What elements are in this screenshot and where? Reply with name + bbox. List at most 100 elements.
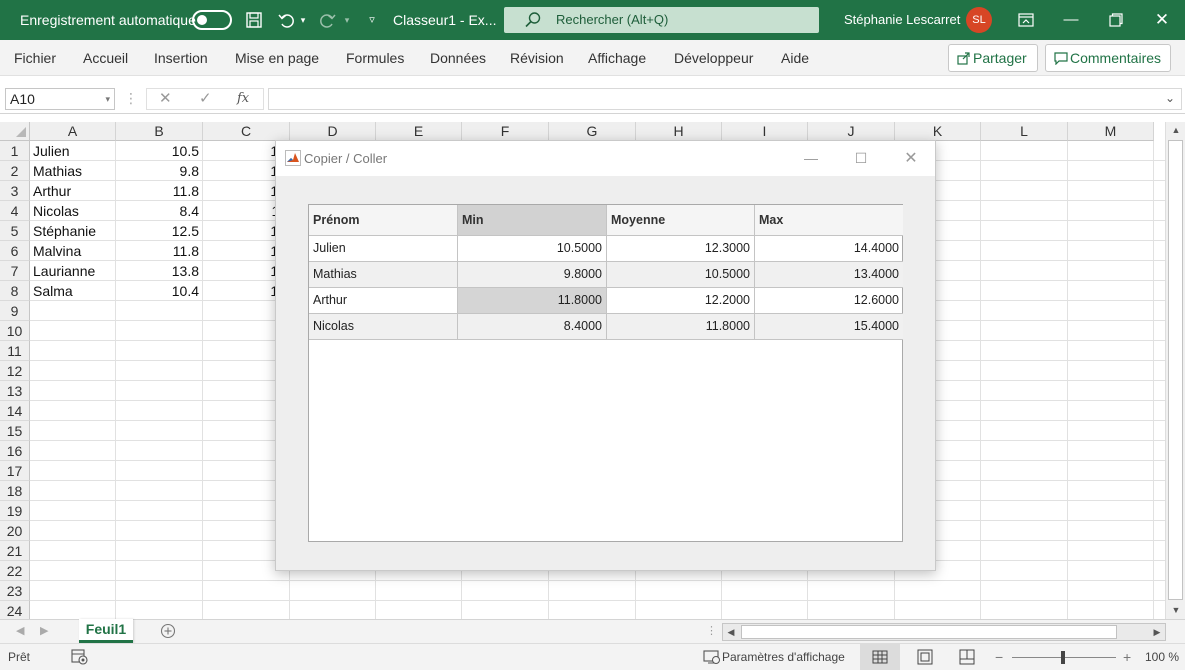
table-cell-selected[interactable]: 11.8000 [458,288,607,314]
sheet-next-icon[interactable]: ▶ [40,620,48,642]
scroll-right-icon[interactable]: ▶ [1149,624,1165,640]
horizontal-scroll-thumb[interactable] [741,625,1117,639]
tab-splitter-icon[interactable]: ⋮ [706,620,717,642]
sheet-prev-icon[interactable]: ◀ [16,620,24,642]
redo-dropdown-icon[interactable]: ▾ [340,8,354,32]
dialog-maximize-icon[interactable]: ☐ [836,141,886,176]
expand-formula-bar-icon[interactable]: ⌄ [1165,91,1175,105]
row-header-23[interactable]: 23 [0,581,30,601]
sheet-cell[interactable]: 8.4 [116,201,199,221]
dialog-data-table[interactable]: Prénom Min Moyenne Max Julien 10.5000 12… [308,204,903,542]
row-header-2[interactable]: 2 [0,161,30,181]
column-header-b[interactable]: B [116,122,203,141]
row-header-12[interactable]: 12 [0,361,30,381]
row-header-1[interactable]: 1 [0,141,30,161]
avatar[interactable]: SL [966,7,992,33]
column-header-c[interactable]: C [203,122,290,141]
column-header-f[interactable]: F [462,122,549,141]
sheet-cell[interactable]: Salma [33,281,115,301]
row-header-17[interactable]: 17 [0,461,30,481]
row-header-11[interactable]: 11 [0,341,30,361]
chevron-down-icon[interactable]: ▾ [105,89,110,109]
row-header-7[interactable]: 7 [0,261,30,281]
display-settings-label[interactable]: Paramètres d'affichage [722,644,845,670]
dialog-title-bar[interactable]: Copier / Coller — ☐ ✕ [276,141,935,176]
table-cell[interactable]: 10.5000 [607,262,755,288]
tab-donnees[interactable]: Données [430,40,486,76]
normal-view-button[interactable] [860,644,900,670]
tab-developpeur[interactable]: Développeur [674,40,753,76]
sheet-cell[interactable]: 10.4 [116,281,199,301]
row-header-5[interactable]: 5 [0,221,30,241]
column-header-g[interactable]: G [549,122,636,141]
sheet-cell[interactable]: 10.5 [116,141,199,161]
tab-fichier[interactable]: Fichier [14,40,56,76]
sheet-cell[interactable]: Julien [33,141,115,161]
search-box[interactable]: Rechercher (Alt+Q) [504,7,819,33]
table-cell[interactable]: Julien [309,236,458,262]
tab-aide[interactable]: Aide [781,40,809,76]
vertical-scrollbar[interactable]: ▲ ▼ [1165,122,1185,619]
sheet-cell[interactable]: 12 [203,141,286,161]
row-header-14[interactable]: 14 [0,401,30,421]
sheet-cell[interactable]: 10 [203,161,286,181]
scroll-down-icon[interactable]: ▼ [1166,602,1185,618]
vertical-scroll-thumb[interactable] [1168,140,1183,600]
sheet-cell[interactable]: Mathias [33,161,115,181]
cancel-icon[interactable]: ✕ [159,89,172,109]
scroll-left-icon[interactable]: ◀ [723,624,739,640]
column-header-d[interactable]: D [290,122,376,141]
row-header-3[interactable]: 3 [0,181,30,201]
zoom-in-button[interactable]: + [1123,644,1131,670]
restore-icon[interactable] [1094,0,1138,40]
zoom-level[interactable]: 100 % [1145,644,1179,670]
column-header-k[interactable]: K [895,122,981,141]
column-header-e[interactable]: E [376,122,462,141]
formula-input[interactable]: ⌄ [268,88,1182,110]
sheet-cell[interactable]: 12 [203,241,286,261]
row-header-8[interactable]: 8 [0,281,30,301]
table-cell[interactable]: 8.4000 [458,314,607,340]
column-header-m[interactable]: M [1068,122,1154,141]
table-cell[interactable]: Nicolas [309,314,458,340]
table-cell[interactable]: Arthur [309,288,458,314]
column-header-j[interactable]: J [808,122,895,141]
dialog-minimize-icon[interactable]: — [786,141,836,176]
tab-formules[interactable]: Formules [346,40,404,76]
table-cell[interactable]: 12.2000 [607,288,755,314]
tab-insertion[interactable]: Insertion [154,40,208,76]
horizontal-scrollbar[interactable]: ◀ ▶ [722,623,1166,641]
sheet-cell[interactable]: 11.8 [116,181,199,201]
table-header-min[interactable]: Min [458,205,607,236]
column-header-a[interactable]: A [30,122,116,141]
row-header-18[interactable]: 18 [0,481,30,501]
row-header-15[interactable]: 15 [0,421,30,441]
row-header-6[interactable]: 6 [0,241,30,261]
zoom-slider-thumb[interactable] [1061,651,1065,664]
minimize-icon[interactable]: — [1049,0,1093,40]
share-button[interactable]: Partager [948,44,1038,72]
add-sheet-icon[interactable] [160,623,176,639]
zoom-out-button[interactable]: − [995,644,1003,670]
dialog-close-icon[interactable]: ✕ [886,141,936,176]
sheet-cell[interactable]: Arthur [33,181,115,201]
sheet-cell[interactable]: Laurianne [33,261,115,281]
table-header-max[interactable]: Max [755,205,903,236]
column-header-l[interactable]: L [981,122,1068,141]
enter-icon[interactable]: ✓ [199,89,212,109]
undo-icon[interactable] [274,8,298,32]
save-icon[interactable] [242,8,266,32]
close-icon[interactable]: ✕ [1140,0,1184,40]
sheet-cell[interactable]: Stéphanie [33,221,115,241]
sheet-cell[interactable]: 14 [203,221,286,241]
row-header-19[interactable]: 19 [0,501,30,521]
autosave-toggle[interactable] [192,10,232,30]
table-cell[interactable]: 11.8000 [607,314,755,340]
row-header-4[interactable]: 4 [0,201,30,221]
row-header-9[interactable]: 9 [0,301,30,321]
sheet-cell[interactable]: 14 [203,261,286,281]
accessibility-icon[interactable] [71,649,89,665]
table-cell[interactable]: 14.4000 [755,236,903,262]
table-cell[interactable]: 13.4000 [755,262,903,288]
tab-affichage[interactable]: Affichage [588,40,646,76]
